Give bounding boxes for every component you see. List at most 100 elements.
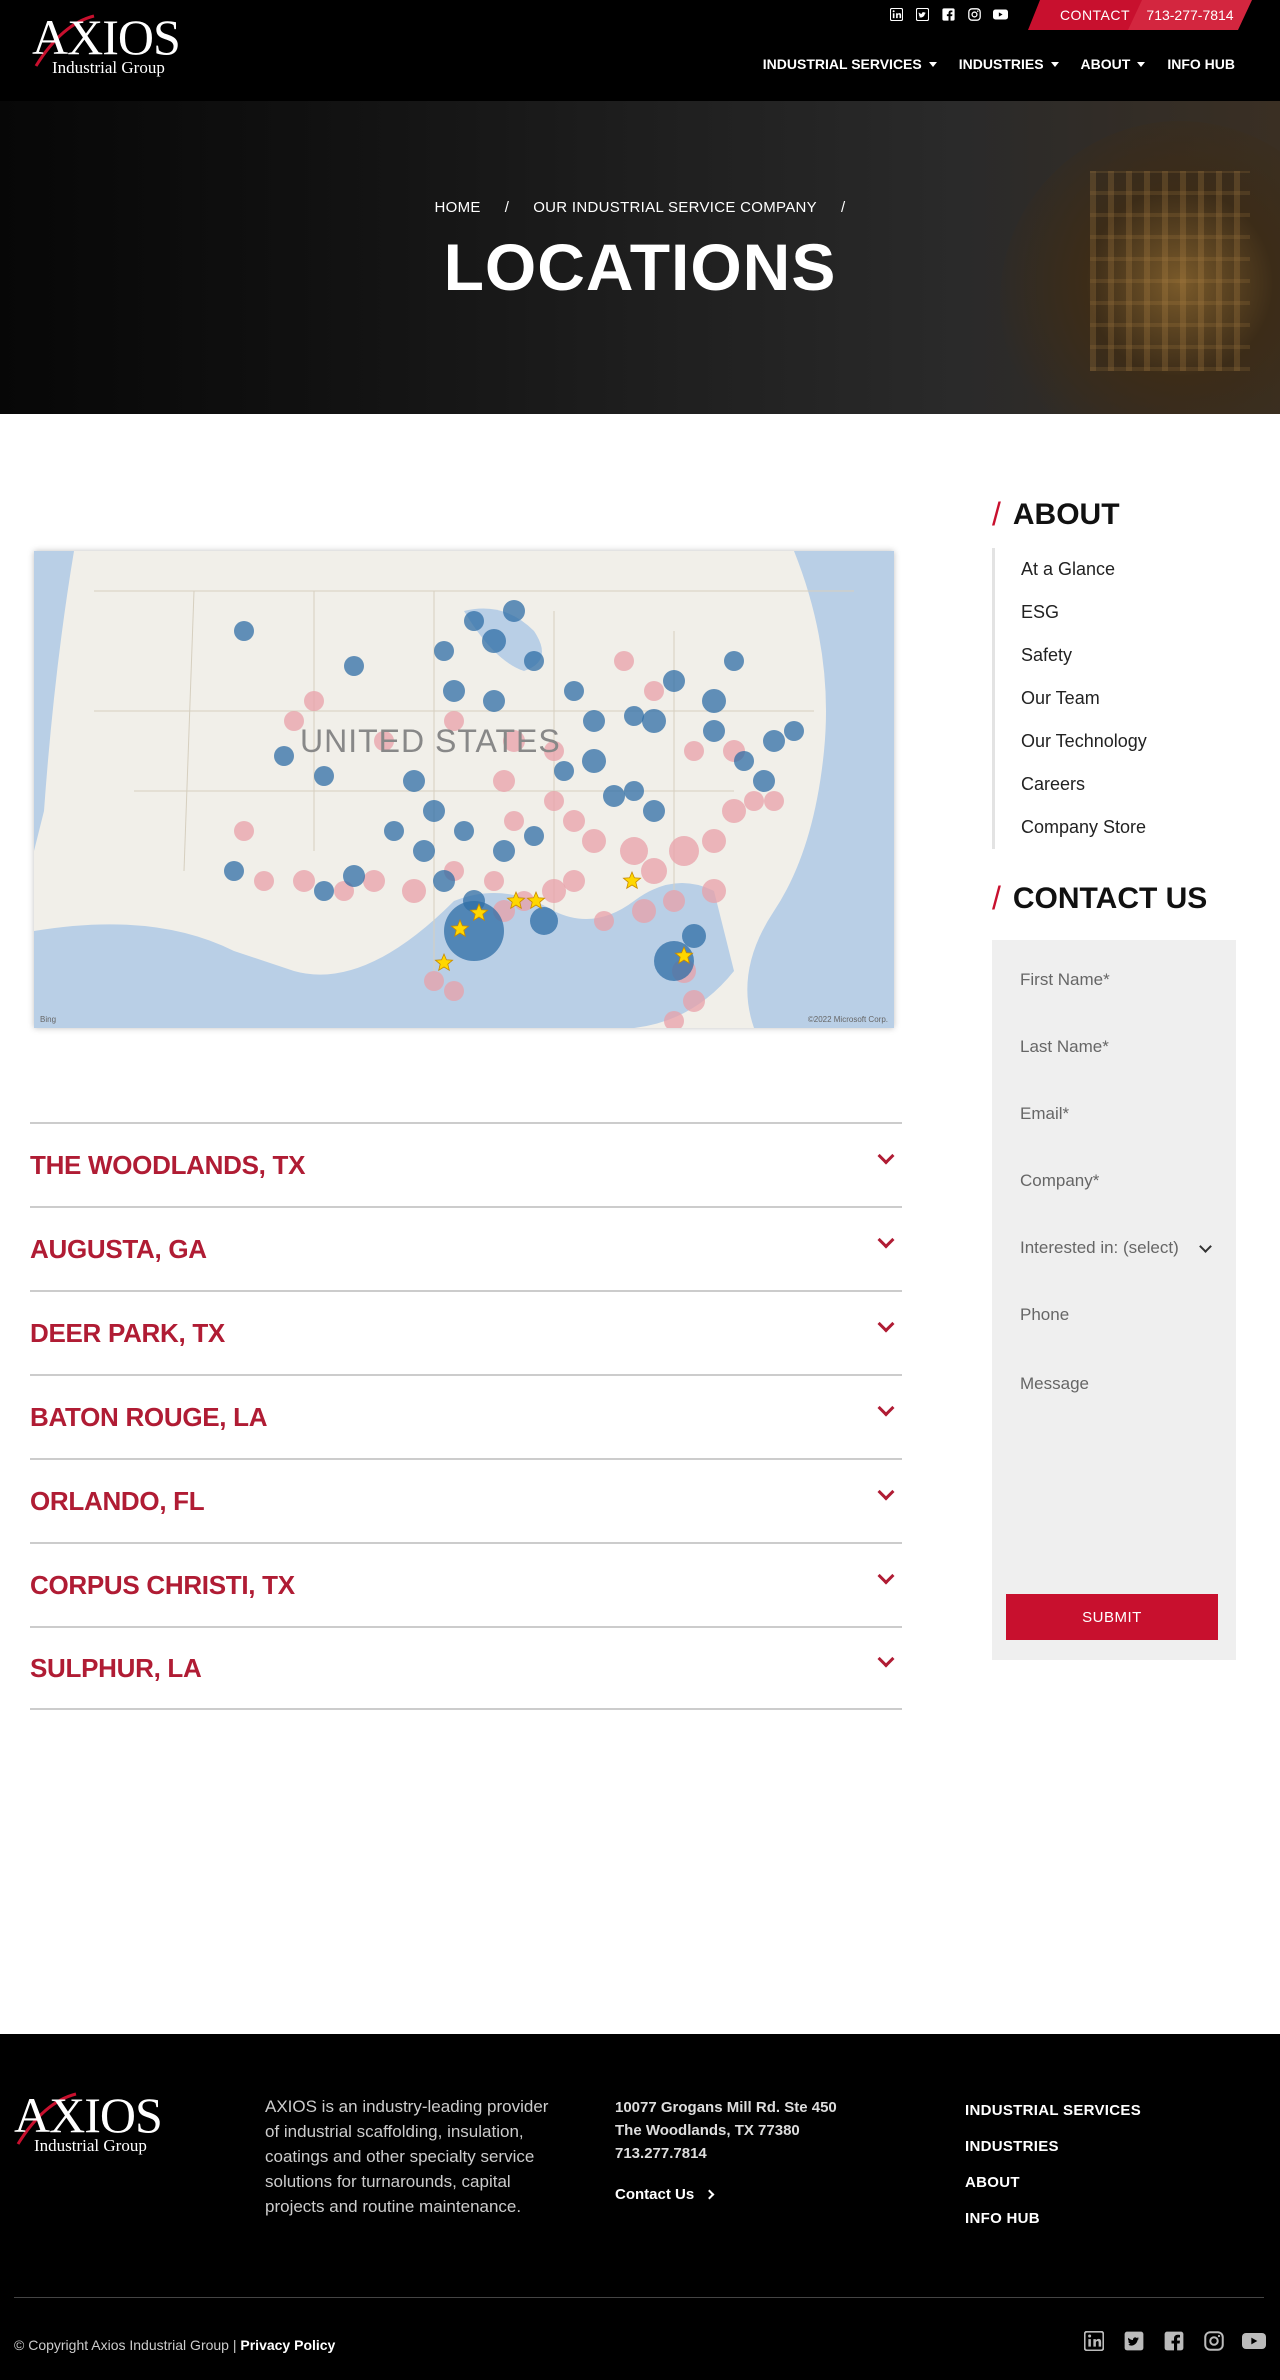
first-name-field[interactable]: First Name* [1006,954,1218,1006]
phone-link[interactable]: 713-277-7814 [1128,0,1252,30]
nav-industries[interactable]: INDUSTRIES [959,56,1059,72]
map-location-marker[interactable] [443,680,465,702]
map-location-marker[interactable] [423,800,445,822]
map-location-marker[interactable] [363,870,385,892]
map-location-marker[interactable] [314,881,334,901]
footer-contact-link[interactable]: Contact Us [615,2186,715,2203]
map-location-marker[interactable] [582,829,606,853]
map-location-marker[interactable] [403,770,425,792]
breadcrumb-home[interactable]: HOME [435,199,481,216]
map-location-marker[interactable] [554,761,574,781]
map-location-marker[interactable] [402,879,426,903]
map-location-marker[interactable] [583,710,605,732]
map-location-marker[interactable] [641,858,667,884]
privacy-policy-link[interactable]: Privacy Policy [240,2337,335,2353]
map-location-marker[interactable] [434,641,454,661]
map-location-marker[interactable] [614,651,634,671]
location-deer-park-tx[interactable]: DEER PARK, TX [30,1290,902,1374]
map-location-marker[interactable] [224,861,244,881]
map-location-marker[interactable] [620,837,648,865]
map-location-marker[interactable] [682,924,706,948]
breadcrumb-service-company[interactable]: OUR INDUSTRIAL SERVICE COMPANY [533,199,817,216]
interest-select[interactable]: Interested in: (select) [1006,1222,1218,1274]
map-location-marker[interactable] [504,811,524,831]
phone-field[interactable]: Phone [1006,1289,1218,1341]
location-augusta-ga[interactable]: AUGUSTA, GA [30,1206,902,1290]
map-location-marker[interactable] [234,621,254,641]
map-location-marker[interactable] [663,670,685,692]
map-location-marker[interactable] [293,870,315,892]
map-location-marker[interactable] [530,907,558,935]
about-link-our-team[interactable]: Our Team [995,677,1232,720]
footer-link-info-hub[interactable]: INFO HUB [965,2210,1141,2246]
map-location-marker[interactable] [753,770,775,792]
map-location-marker[interactable] [703,720,725,742]
footer-logo[interactable]: AXIOS Industrial Group [14,2090,163,2160]
map-location-marker[interactable] [314,766,334,786]
map-location-marker[interactable] [482,629,506,653]
map-location-marker[interactable] [483,690,505,712]
map-location-marker[interactable] [503,600,525,622]
map-canvas[interactable] [34,551,894,1028]
map-location-marker[interactable] [563,870,585,892]
locations-map[interactable]: UNITED STATES Bing ©2022 Microsoft Corp. [34,551,894,1028]
location-woodlands-tx[interactable]: THE WOODLANDS, TX [30,1122,902,1206]
map-location-marker[interactable] [524,651,544,671]
map-location-marker[interactable] [643,800,665,822]
map-location-marker[interactable] [384,821,404,841]
map-location-marker[interactable] [564,681,584,701]
submit-button[interactable]: SUBMIT [1006,1594,1218,1640]
facebook-icon[interactable] [940,6,956,22]
map-location-marker[interactable] [484,871,504,891]
footer-link-industries[interactable]: INDUSTRIES [965,2138,1141,2174]
map-location-marker[interactable] [644,681,664,701]
location-corpus-christi-tx[interactable]: CORPUS CHRISTI, TX [30,1542,902,1626]
linkedin-icon[interactable] [1082,2329,1106,2353]
about-link-company-store[interactable]: Company Store [995,806,1232,849]
map-location-marker[interactable] [544,791,564,811]
map-location-marker[interactable] [454,821,474,841]
instagram-icon[interactable] [966,6,982,22]
map-location-marker[interactable] [542,879,566,903]
map-location-marker[interactable] [722,799,746,823]
map-location-marker[interactable] [254,871,274,891]
last-name-field[interactable]: Last Name* [1006,1021,1218,1073]
about-link-at-a-glance[interactable]: At a Glance [995,548,1232,591]
map-location-marker[interactable] [304,691,324,711]
footer-link-industrial-services[interactable]: INDUSTRIAL SERVICES [965,2102,1141,2138]
about-link-careers[interactable]: Careers [995,763,1232,806]
map-location-marker[interactable] [763,730,785,752]
axios-logo[interactable]: AXIOS Industrial Group [32,12,181,82]
map-location-marker[interactable] [642,709,666,733]
map-location-marker[interactable] [624,706,644,726]
email-field[interactable]: Email* [1006,1088,1218,1140]
map-location-marker[interactable] [702,829,726,853]
map-location-marker[interactable] [702,689,726,713]
map-location-marker[interactable] [234,821,254,841]
youtube-icon[interactable] [992,6,1008,22]
facebook-icon[interactable] [1162,2329,1186,2353]
map-location-marker[interactable] [444,981,464,1001]
map-location-marker[interactable] [744,791,764,811]
map-location-marker[interactable] [624,781,644,801]
nav-info-hub[interactable]: INFO HUB [1167,56,1235,72]
map-location-marker[interactable] [413,840,435,862]
map-location-marker[interactable] [524,826,544,846]
instagram-icon[interactable] [1202,2329,1226,2353]
nav-industrial-services[interactable]: INDUSTRIAL SERVICES [763,56,937,72]
map-location-marker[interactable] [683,990,705,1012]
map-location-marker[interactable] [274,746,294,766]
map-location-marker[interactable] [724,651,744,671]
footer-phone[interactable]: 713.277.7814 [615,2142,837,2165]
map-location-marker[interactable] [433,870,455,892]
map-location-marker[interactable] [702,879,726,903]
map-location-marker[interactable] [663,890,685,912]
map-location-marker[interactable] [343,865,365,887]
map-location-marker[interactable] [669,836,699,866]
location-orlando-fl[interactable]: ORLANDO, FL [30,1458,902,1542]
map-location-marker[interactable] [493,840,515,862]
twitter-icon[interactable] [1122,2329,1146,2353]
map-location-marker[interactable] [344,656,364,676]
map-location-marker[interactable] [563,810,585,832]
location-baton-rouge-la[interactable]: BATON ROUGE, LA [30,1374,902,1458]
